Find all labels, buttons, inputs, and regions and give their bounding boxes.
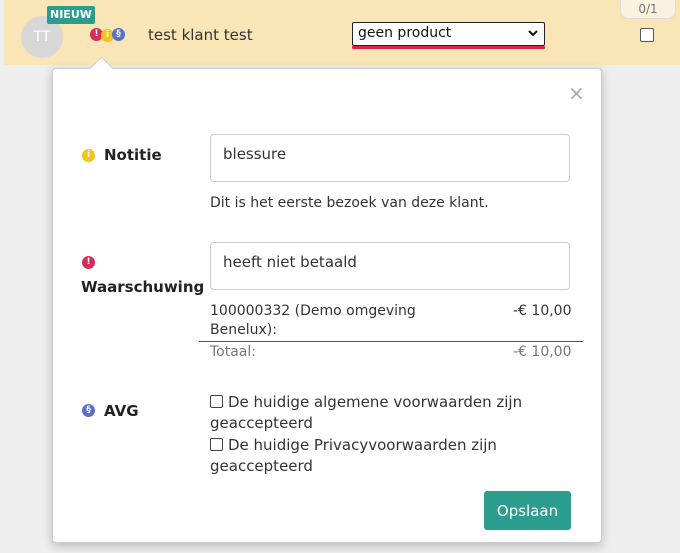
ledger-entry-line1: 100000332 (Demo omgeving xyxy=(210,303,416,319)
gdpr-label: AVG xyxy=(104,402,139,420)
terms-checkbox[interactable] xyxy=(210,395,223,408)
gdpr-icon: § xyxy=(82,404,95,417)
note-icon: i xyxy=(82,149,95,162)
row-checkbox[interactable] xyxy=(640,28,654,42)
ledger-divider xyxy=(199,341,583,342)
note-label: Notitie xyxy=(104,146,162,164)
product-select[interactable]: geen product xyxy=(352,22,545,46)
save-button[interactable]: Opslaan xyxy=(484,491,571,530)
warning-text: heeft niet betaald xyxy=(223,253,357,271)
warning-label: Waarschuwing xyxy=(81,278,205,296)
ledger-total-label: Totaal: xyxy=(210,344,256,360)
client-details-popup: × i Notitie blessure Dit is het eerste b… xyxy=(52,56,602,543)
appointment-row[interactable]: TT NIEUW ! i § test klant test geen prod… xyxy=(4,0,680,65)
ledger-total-amount: -€ 10,00 xyxy=(513,344,572,360)
capacity-counter: 0/1 xyxy=(620,0,676,19)
privacy-checkbox[interactable] xyxy=(210,438,223,451)
note-text: blessure xyxy=(223,145,287,163)
select-error-underline xyxy=(352,46,545,49)
avatar-initials: TT xyxy=(33,29,51,45)
close-icon[interactable]: × xyxy=(568,83,585,103)
product-select-value: geen product xyxy=(358,25,452,41)
client-name[interactable]: test klant test xyxy=(148,26,253,44)
gdpr-icon[interactable]: § xyxy=(112,28,125,41)
privacy-checkbox-label[interactable]: De huidige Privacyvoorwaarden zijn geacc… xyxy=(210,435,497,477)
new-client-badge: NIEUW xyxy=(47,6,95,24)
terms-checkbox-label[interactable]: De huidige algemene voorwaarden zijn gea… xyxy=(210,392,522,434)
first-visit-notice: Dit is het eerste bezoek van deze klant. xyxy=(210,195,489,211)
ledger-entry-amount: -€ 10,00 xyxy=(513,303,572,319)
warning-textarea[interactable]: heeft niet betaald xyxy=(210,242,570,290)
warning-icon: ! xyxy=(82,256,95,269)
ledger-entry-line2: Benelux): xyxy=(210,322,277,338)
note-textarea[interactable]: blessure xyxy=(210,134,570,182)
chevron-down-icon xyxy=(527,24,539,45)
